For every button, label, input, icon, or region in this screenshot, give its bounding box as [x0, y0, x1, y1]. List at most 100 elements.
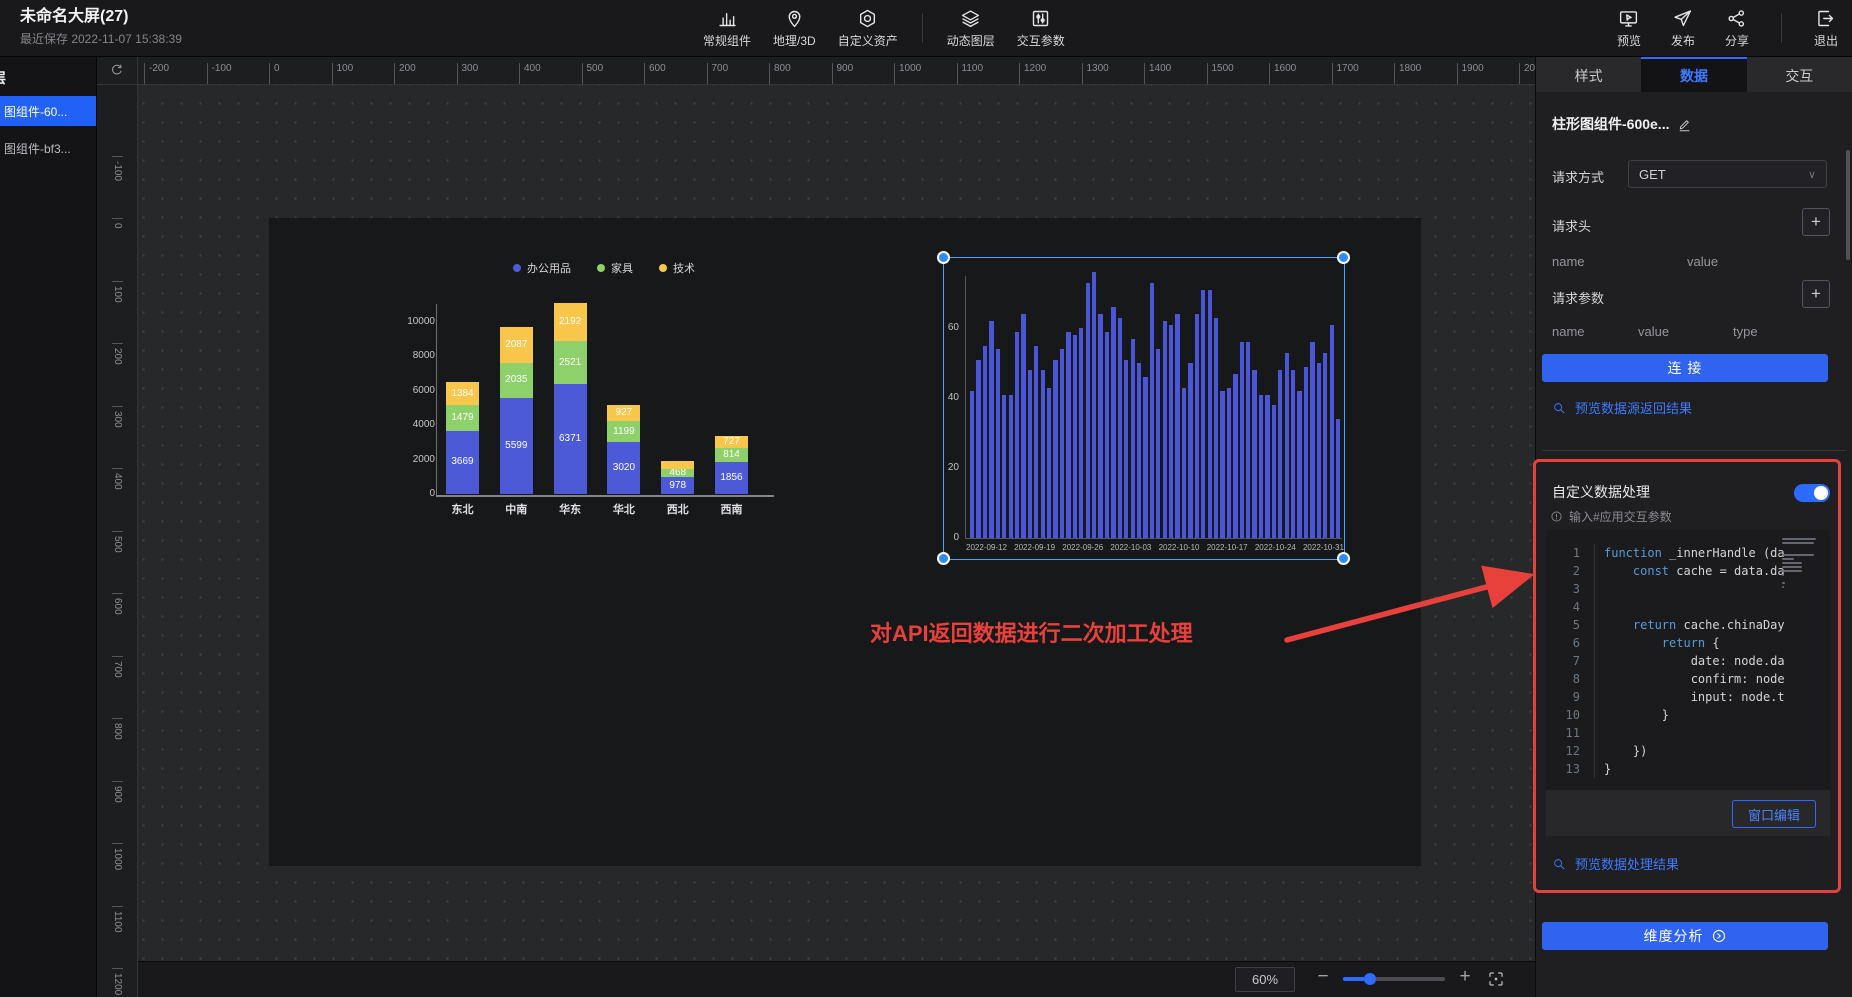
param-col-value: value [1638, 324, 1669, 339]
add-request-param-button[interactable]: + [1802, 280, 1830, 308]
search-icon [1552, 401, 1566, 415]
zoom-in-button[interactable]: + [1456, 966, 1474, 988]
zoom-out-button[interactable]: − [1314, 966, 1332, 988]
v-ruler-tick: -100 [112, 156, 123, 181]
window-edit-button[interactable]: 窗口编辑 [1732, 800, 1816, 828]
ruler-reset-button[interactable] [96, 56, 138, 85]
action-exit[interactable]: 退出 [1814, 8, 1838, 49]
minimap-line [1782, 570, 1802, 572]
code-line: 13} [1546, 760, 1830, 778]
zoom-slider[interactable] [1343, 977, 1445, 981]
tool-chart[interactable]: 常规组件 [703, 8, 751, 49]
preview-datasource-link[interactable]: 预览数据源返回结果 [1552, 398, 1692, 417]
toolbar-components: 常规组件地理/3D 自定义资产 动态图层交互参数 [703, 0, 1065, 56]
share-icon [1726, 8, 1747, 29]
component-name: 柱形图组件-600e... [1552, 114, 1692, 134]
selection-handle[interactable] [1337, 552, 1350, 565]
code-line: 7 date: node.da [1546, 652, 1830, 670]
tab-style[interactable]: 样式 [1536, 56, 1641, 92]
minimap-line [1782, 542, 1814, 544]
h-ruler-tick: 1300 [1082, 63, 1109, 84]
h-ruler-tick: -200 [144, 63, 169, 84]
h-ruler-tick: 1800 [1394, 63, 1421, 84]
v-ruler-tick: 800 [112, 718, 123, 740]
dimension-analysis-button[interactable]: 维度分析 [1542, 922, 1828, 950]
tool-params[interactable]: 交互参数 [1017, 8, 1065, 49]
canvas-area[interactable]: -200-10001002003004005006007008009001000… [96, 56, 1536, 997]
v-ruler-tick: 500 [112, 531, 123, 553]
selection-handle[interactable] [937, 552, 950, 565]
header-bar: 未命名大屏(27) 最近保存 2022-11-07 15:38:39 常规组件地… [0, 0, 1852, 57]
code-editor[interactable]: 1function _innerHandle (da2 const cache … [1546, 530, 1830, 790]
connect-button[interactable]: 连 接 [1542, 354, 1828, 382]
add-request-header-button[interactable]: + [1802, 208, 1830, 236]
h-ruler-tick: 600 [644, 63, 666, 84]
h-ruler-tick: 500 [582, 63, 604, 84]
param-col-type: type [1733, 324, 1758, 339]
config-panel: 样式 数据 交互 柱形图组件-600e... 请求方式 GET ∨ 请求头 + … [1535, 56, 1852, 997]
selection-rectangle [943, 257, 1345, 560]
header-col-value: value [1687, 254, 1718, 269]
tab-data[interactable]: 数据 [1641, 56, 1746, 92]
v-ruler-tick: 1000 [112, 843, 123, 870]
last-saved-text: 最近保存 2022-11-07 15:38:39 [20, 30, 182, 47]
code-line: 11 [1546, 724, 1830, 742]
code-editor-footer: 窗口编辑 [1546, 790, 1830, 836]
zoom-bar: 60% − + [138, 961, 1536, 997]
h-ruler-tick: 900 [832, 63, 854, 84]
toolbar-actions: 预览发布分享 退出 [1617, 0, 1838, 56]
zoom-slider-thumb[interactable] [1364, 973, 1376, 985]
edit-pencil-icon[interactable] [1677, 117, 1692, 132]
chart-icon [717, 8, 738, 29]
code-line: 8 confirm: node [1546, 670, 1830, 688]
layer-item[interactable]: 图组件-bf3... [0, 136, 96, 160]
minimap-line [1782, 574, 1784, 576]
page-title: 未命名大屏(27) [20, 8, 182, 26]
tab-interaction[interactable]: 交互 [1747, 56, 1852, 92]
zoom-level-input[interactable]: 60% [1235, 967, 1295, 992]
chevron-down-icon: ∨ [1808, 168, 1816, 181]
layer-item[interactable]: 图组件-60... [0, 96, 96, 126]
code-line: 6 return { [1546, 634, 1830, 652]
action-preview[interactable]: 预览 [1617, 8, 1641, 49]
h-ruler-tick: 1500 [1207, 63, 1234, 84]
v-ruler-tick: 100 [112, 281, 123, 303]
request-method-label: 请求方式 [1552, 167, 1604, 186]
h-ruler-tick: 1700 [1332, 63, 1359, 84]
action-publish[interactable]: 发布 [1671, 8, 1695, 49]
app-root: 未命名大屏(27) 最近保存 2022-11-07 15:38:39 常规组件地… [0, 0, 1852, 997]
interaction-param-hint: 输入#应用交互参数 [1550, 508, 1672, 525]
info-icon [1550, 510, 1563, 523]
tool-geo[interactable]: 地理/3D [773, 8, 816, 49]
h-ruler-tick: 1600 [1269, 63, 1296, 84]
v-ruler-tick: 1200 [112, 968, 123, 995]
request-method-select[interactable]: GET ∨ [1628, 160, 1827, 188]
code-line: 5 return cache.chinaDay [1546, 616, 1830, 634]
date-bar-chart-selected[interactable]: 02040602022-09-122022-09-192022-09-26202… [269, 218, 1421, 866]
code-line: 12 }) [1546, 742, 1830, 760]
params-icon [1030, 8, 1051, 29]
h-ruler-tick: 1200 [1019, 63, 1046, 84]
custom-processing-toggle[interactable] [1794, 484, 1830, 502]
preview-result-link[interactable]: 预览数据处理结果 [1552, 854, 1679, 873]
request-header-label: 请求头 [1552, 216, 1591, 235]
action-share[interactable]: 分享 [1725, 8, 1749, 49]
artboard[interactable]: 办公用品家具技术02000400060008000100003669147913… [269, 218, 1421, 866]
panel-divider [1542, 450, 1846, 451]
vertical-ruler: -100010020030040050060070080090010001100… [96, 84, 138, 997]
v-ruler-tick: 700 [112, 656, 123, 678]
minimap-line [1782, 566, 1802, 568]
search-icon [1552, 857, 1566, 871]
red-annotation-text: 对API返回数据进行二次加工处理 [870, 616, 1193, 648]
tool-layers[interactable]: 动态图层 [947, 8, 995, 49]
selection-handle[interactable] [937, 251, 950, 264]
fit-screen-icon [1487, 970, 1505, 988]
h-ruler-tick: 200 [394, 63, 416, 84]
panel-tabs: 样式 数据 交互 [1536, 56, 1852, 92]
fit-to-screen-button[interactable] [1482, 966, 1510, 992]
code-line: 4 [1546, 598, 1830, 616]
tool-asset[interactable]: 自定义资产 [838, 8, 898, 49]
h-ruler-tick: 300 [457, 63, 479, 84]
panel-scrollbar-thumb[interactable] [1846, 150, 1850, 260]
selection-handle[interactable] [1337, 251, 1350, 264]
